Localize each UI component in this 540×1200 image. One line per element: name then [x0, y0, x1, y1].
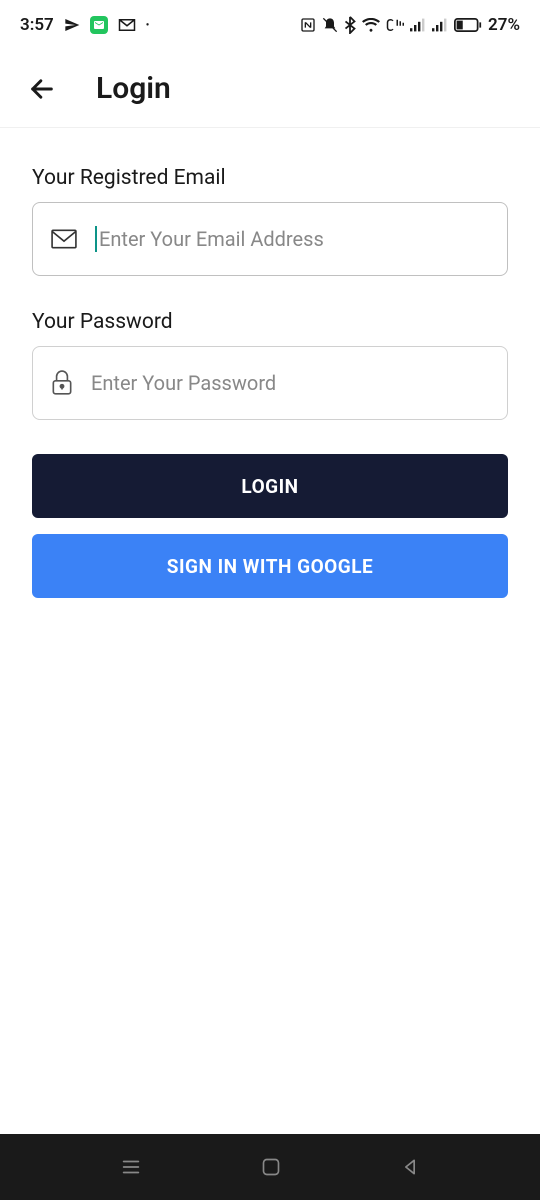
- back-nav-button[interactable]: [400, 1157, 420, 1177]
- lock-icon: [51, 370, 73, 396]
- google-signin-button[interactable]: SIGN IN WITH GOOGLE: [32, 534, 508, 598]
- status-right: 27%: [300, 15, 520, 35]
- message-icon: [90, 16, 108, 34]
- bluetooth-icon: [344, 16, 356, 34]
- navigation-bar: [0, 1134, 540, 1200]
- login-form: Your Registred Email Your Password LOGIN…: [0, 128, 540, 1134]
- text-cursor: [95, 226, 97, 252]
- wifi-icon: [362, 18, 380, 32]
- battery-icon: [454, 18, 482, 32]
- password-input-wrapper[interactable]: [32, 346, 508, 420]
- password-label: Your Password: [32, 310, 508, 334]
- status-time: 3:57: [20, 15, 54, 35]
- email-input-wrapper[interactable]: [32, 202, 508, 276]
- mail-icon: [51, 229, 77, 249]
- send-icon: [64, 17, 80, 33]
- volte-icon: [386, 18, 404, 32]
- back-button[interactable]: [28, 75, 56, 103]
- nfc-icon: [300, 17, 316, 33]
- mute-icon: [322, 17, 338, 33]
- login-button[interactable]: LOGIN: [32, 454, 508, 518]
- page-title: Login: [96, 71, 171, 106]
- signal-2-icon: [432, 18, 448, 32]
- gmail-icon: [118, 18, 136, 32]
- battery-percent: 27%: [488, 15, 520, 35]
- email-field[interactable]: [99, 227, 489, 251]
- home-button[interactable]: [261, 1157, 281, 1177]
- password-field[interactable]: [91, 371, 489, 395]
- app-bar: Login: [0, 50, 540, 128]
- email-label: Your Registred Email: [32, 166, 508, 190]
- dot-icon: •: [146, 20, 150, 31]
- recent-apps-button[interactable]: [120, 1156, 142, 1178]
- status-left: 3:57 •: [20, 15, 149, 35]
- signal-1-icon: [410, 18, 426, 32]
- status-bar: 3:57 •: [0, 0, 540, 50]
